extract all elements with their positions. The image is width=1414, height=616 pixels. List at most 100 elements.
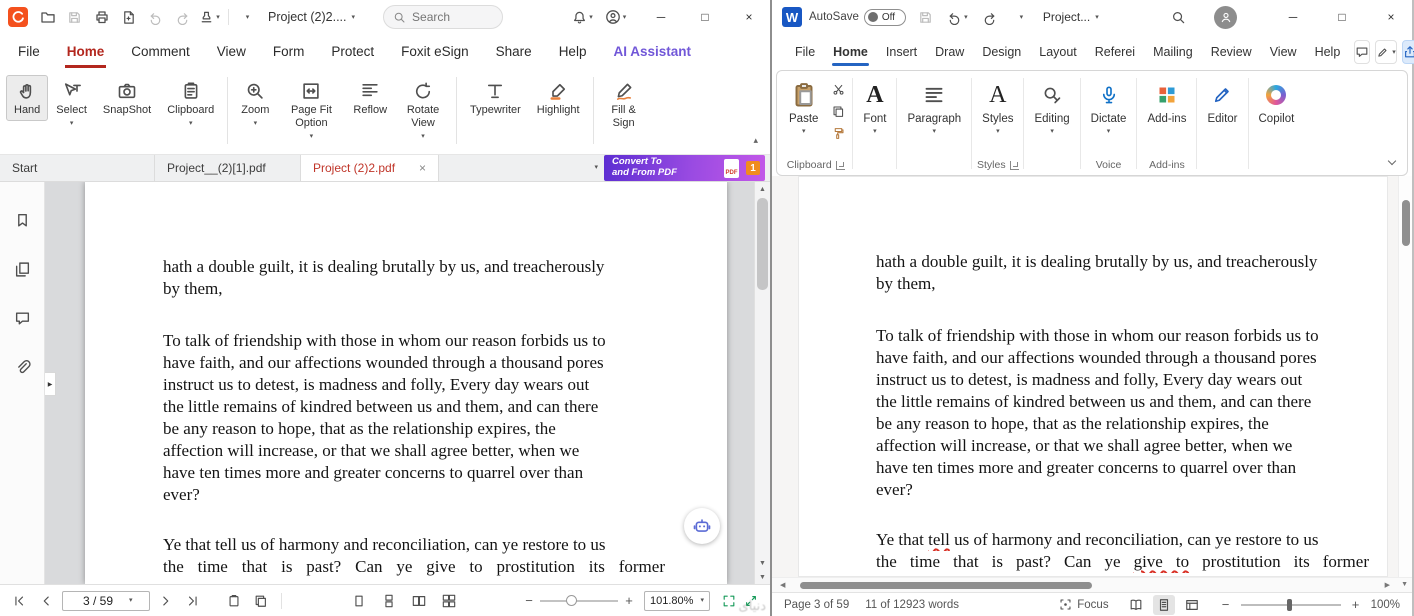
zoom-level-box[interactable]: 101.80% ▾ <box>644 591 710 611</box>
dialog-launcher-icon[interactable] <box>836 161 845 170</box>
editor-button[interactable]: Editor <box>1199 74 1245 127</box>
zoom-out-button[interactable]: − <box>522 593 536 608</box>
search-button[interactable] <box>1166 5 1191 30</box>
close-button[interactable]: × <box>1370 0 1412 34</box>
vertical-scrollbar[interactable]: ▲ ▼ ▼ <box>754 182 770 584</box>
maximize-button[interactable]: □ <box>684 0 726 34</box>
copy-status-button[interactable] <box>250 590 272 612</box>
redo-button[interactable] <box>170 5 195 30</box>
maximize-button[interactable]: □ <box>1321 0 1363 34</box>
editing-button[interactable]: Editing ▾ <box>1026 74 1077 137</box>
word-count-status[interactable]: 11 of 12923 words <box>865 599 959 611</box>
caret-down-icon[interactable]: ▾ <box>129 597 133 604</box>
share-button[interactable]: ▾ <box>1402 40 1414 64</box>
account-avatar[interactable] <box>1214 6 1237 29</box>
menu-comment[interactable]: Comment <box>131 34 190 68</box>
cut-button[interactable] <box>829 81 847 97</box>
fit-page-button[interactable] <box>718 590 740 612</box>
pdf-page[interactable]: hath a double guilt, it is dealing bruta… <box>85 182 727 584</box>
zoom-in-button[interactable]: + <box>1349 597 1363 612</box>
dialog-launcher-icon[interactable] <box>1010 161 1019 170</box>
customize-toolbar-button[interactable]: ▾ <box>235 5 260 30</box>
close-button[interactable]: × <box>728 0 770 34</box>
vertical-scrollbar[interactable] <box>1398 176 1412 577</box>
undo-button[interactable] <box>143 5 168 30</box>
more-commands-button[interactable]: ▾ <box>1009 5 1034 30</box>
snapshot-button[interactable]: SnapShot <box>95 75 159 121</box>
comments-panel-icon[interactable] <box>10 306 34 330</box>
menu-insert[interactable]: Insert <box>877 34 926 70</box>
page-number-input[interactable] <box>67 594 129 608</box>
read-mode-button[interactable] <box>1125 595 1147 615</box>
quick-tools-button[interactable]: ▾ <box>197 5 222 30</box>
word-page[interactable]: hath a double guilt, it is dealing bruta… <box>798 176 1388 577</box>
menu-form[interactable]: Form <box>273 34 305 68</box>
dictate-button[interactable]: Dictate ▾ <box>1083 74 1135 137</box>
document-title-menu[interactable]: Project (2)2.... ▾ <box>268 10 355 24</box>
vscroll-down-icon[interactable]: ▼ <box>1401 581 1408 588</box>
rotate-view-button[interactable]: Rotate View ▾ <box>395 75 451 144</box>
zoom-in-button[interactable]: + <box>622 593 636 608</box>
last-page-button[interactable] <box>182 590 204 612</box>
paragraph-button[interactable]: Paragraph ▾ <box>899 74 969 137</box>
previous-page-button[interactable] <box>35 590 57 612</box>
web-layout-button[interactable] <box>1181 595 1203 615</box>
scrollbar-thumb[interactable] <box>1402 200 1410 246</box>
page-fit-option-button[interactable]: Page Fit Option ▾ <box>277 75 345 144</box>
select-tool-button[interactable]: Select ▾ <box>48 75 95 131</box>
menu-ai-assistant[interactable]: AI Assistant <box>613 34 691 68</box>
menu-file[interactable]: File <box>18 34 40 68</box>
zoom-slider[interactable] <box>540 600 618 602</box>
copy-button[interactable] <box>829 103 847 119</box>
scrollbar-thumb[interactable] <box>757 198 768 290</box>
single-page-view-button[interactable] <box>348 590 370 612</box>
tab-project-2-2-active[interactable]: Project (2)2.pdf × <box>301 155 439 181</box>
tab-project-2-1[interactable]: Project__(2)[1].pdf <box>155 155 301 181</box>
notifications-button[interactable]: ▾ <box>570 5 595 30</box>
zoom-slider[interactable] <box>1241 604 1341 606</box>
account-button[interactable]: ▾ <box>603 5 628 30</box>
styles-button[interactable]: A Styles ▾ <box>974 74 1021 137</box>
minimize-button[interactable]: ─ <box>640 0 682 34</box>
minimize-button[interactable]: ─ <box>1272 0 1314 34</box>
next-page-scroll-icon[interactable]: ▼ <box>755 570 770 584</box>
open-file-button[interactable] <box>35 5 60 30</box>
snapshot-status-button[interactable] <box>223 590 245 612</box>
first-page-button[interactable] <box>8 590 30 612</box>
font-button[interactable]: A Font ▾ <box>855 74 894 137</box>
focus-mode-button[interactable]: Focus <box>1059 598 1108 611</box>
bookmarks-panel-icon[interactable] <box>10 208 34 232</box>
convert-pdf-banner[interactable]: Convert To and From PDF PDF 1 <box>604 155 765 181</box>
ai-assistant-fab[interactable] <box>684 508 720 544</box>
menu-view[interactable]: View <box>1261 34 1306 70</box>
print-button[interactable] <box>89 5 114 30</box>
copilot-button[interactable]: Copilot <box>1251 74 1303 127</box>
continuous-facing-view-button[interactable] <box>438 590 460 612</box>
hscroll-left-icon[interactable]: ◀ <box>780 581 785 589</box>
reflow-button[interactable]: Reflow <box>345 75 395 121</box>
panel-expand-arrow[interactable]: ▶ <box>45 372 56 396</box>
menu-references[interactable]: Referei <box>1086 34 1144 70</box>
menu-design[interactable]: Design <box>973 34 1030 70</box>
collapse-ribbon-button[interactable]: ▴ <box>753 135 758 146</box>
zoom-slider-knob[interactable] <box>1287 599 1292 611</box>
redo-button[interactable] <box>977 5 1002 30</box>
menu-view[interactable]: View <box>217 34 246 68</box>
zoom-level-value[interactable]: 100% <box>1371 599 1400 611</box>
search-box[interactable] <box>383 5 503 29</box>
hand-tool-button[interactable]: Hand <box>6 75 48 121</box>
collapse-ribbon-button[interactable] <box>1389 151 1395 169</box>
menu-foxit-esign[interactable]: Foxit eSign <box>401 34 469 68</box>
continuous-view-button[interactable] <box>378 590 400 612</box>
save-button[interactable] <box>62 5 87 30</box>
menu-help[interactable]: Help <box>1306 34 1350 70</box>
zoom-button[interactable]: Zoom ▾ <box>233 75 277 131</box>
close-tab-icon[interactable]: × <box>419 161 426 175</box>
print-layout-button[interactable] <box>1153 595 1175 615</box>
menu-home[interactable]: Home <box>824 34 877 70</box>
hscrollbar-thumb[interactable] <box>800 582 1092 589</box>
zoom-out-button[interactable]: − <box>1219 597 1233 612</box>
scroll-down-icon[interactable]: ▼ <box>755 556 770 570</box>
document-title-menu[interactable]: Project... ▾ <box>1043 10 1099 24</box>
menu-home[interactable]: Home <box>67 34 105 68</box>
